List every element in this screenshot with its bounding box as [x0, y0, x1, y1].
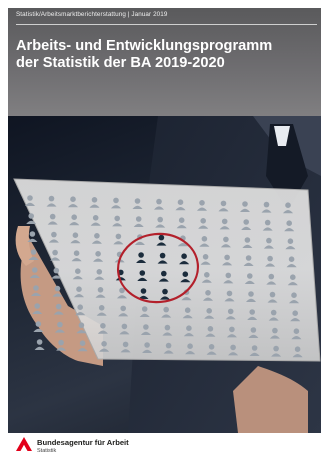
- document-title: Arbeits- und Entwicklungsprogramm der St…: [16, 38, 272, 72]
- title-line-1: Arbeits- und Entwicklungsprogramm: [16, 38, 273, 54]
- people-grid-tablet-icon: [13, 116, 321, 433]
- department-name: Statistik: [37, 448, 57, 454]
- ba-logo-icon: [16, 437, 32, 451]
- person-icon: [34, 339, 45, 350]
- header-divider: [16, 24, 317, 25]
- title-line-2: der Statistik der BA 2019-2020: [16, 55, 225, 71]
- cover-photo: [8, 116, 321, 433]
- document-cover: Statistik/Arbeitsmarktberichterstattung …: [0, 0, 327, 458]
- series-line: Statistik/Arbeitsmarktberichterstattung …: [16, 11, 168, 18]
- organization-name: Bundesagentur für Arbeit: [37, 438, 129, 447]
